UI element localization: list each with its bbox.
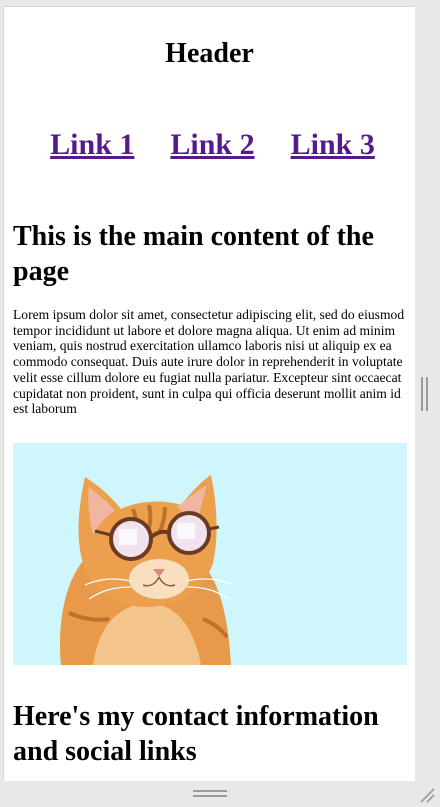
page-header: Header — [165, 38, 254, 69]
nav-links: Link 1 Link 2 Link 3 — [4, 128, 415, 162]
nav-link-3[interactable]: Link 3 — [291, 128, 375, 162]
main-content-heading: This is the main content of the page — [13, 221, 374, 287]
cat-image — [13, 443, 407, 665]
contact-heading: Here's my contact information and social… — [13, 701, 379, 767]
lorem-paragraph: Lorem ipsum dolor sit amet, consectetur … — [13, 307, 405, 417]
nav-link-1[interactable]: Link 1 — [50, 128, 134, 162]
horizontal-scroll-grip-icon[interactable] — [193, 790, 227, 798]
nav-link-2[interactable]: Link 2 — [170, 128, 254, 162]
viewport: Header Link 1 Link 2 Link 3 This is the … — [4, 7, 415, 781]
vertical-scroll-grip-icon[interactable] — [421, 377, 429, 411]
resize-handle-icon[interactable] — [418, 786, 436, 804]
cat-illustration — [59, 475, 234, 665]
